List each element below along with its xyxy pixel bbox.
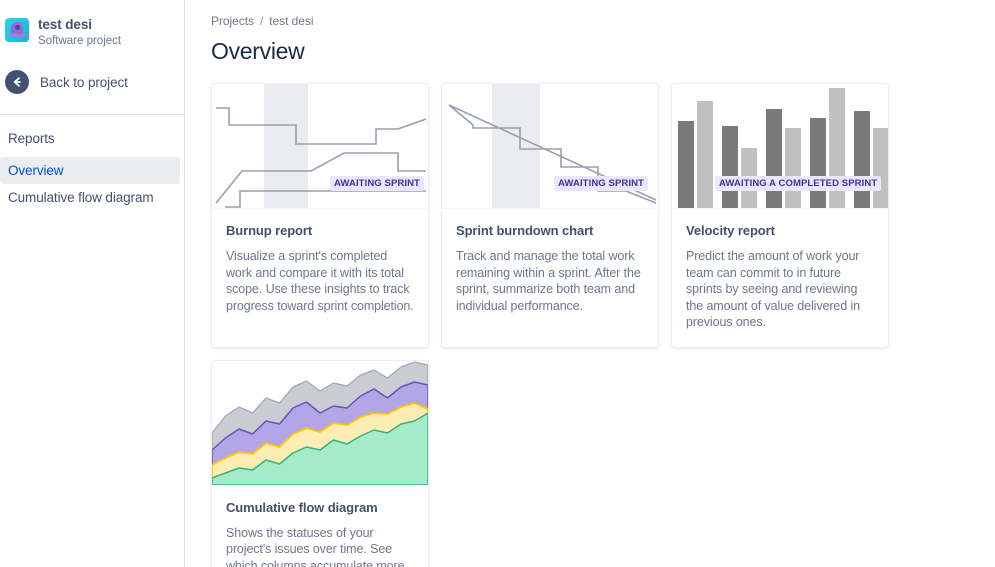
card-title: Velocity report — [686, 223, 775, 238]
sidebar-item-overview-label: Overview — [8, 163, 64, 178]
back-to-project-button[interactable]: Back to project — [0, 68, 184, 96]
card-description: Predict the amount of work your team can… — [686, 249, 860, 329]
sidebar-item-overview[interactable]: Overview — [0, 157, 180, 184]
breadcrumb: Projects / test desi — [211, 14, 995, 28]
project-name: test desi — [38, 17, 92, 32]
card-description: Shows the statuses of your project's iss… — [226, 525, 405, 567]
sidebar-item-cumulative-flow-diagram-label: Cumulative flow diagram — [8, 190, 154, 205]
burnup-line-chart: AWAITING SPRINT — [212, 84, 428, 209]
report-card-burnup-report[interactable]: AWAITING SPRINT Burnup report Visualize … — [211, 83, 429, 348]
page-title: Overview — [211, 38, 305, 64]
back-to-project-label: Back to project — [40, 74, 128, 90]
main-content: Projects / test desi Overview AWAITING S… — [185, 0, 995, 567]
report-card-sprint-burndown-chart[interactable]: AWAITING SPRINT Sprint burndown chart Tr… — [441, 83, 659, 348]
report-card-cumulative-flow-diagram[interactable]: Cumulative flow diagram Shows the status… — [211, 359, 429, 567]
velocity-bar-chart: AWAITING A COMPLETED SPRINT — [672, 84, 888, 209]
reports-overview-page: test desi Software project Back to proje… — [0, 0, 995, 567]
card-body: Cumulative flow diagram Shows the status… — [212, 486, 428, 567]
project-type: Software project — [38, 35, 122, 47]
status-badge-awaiting-sprint: AWAITING SPRINT — [554, 176, 648, 191]
card-title: Burnup report — [226, 223, 313, 238]
report-card-velocity-report[interactable]: AWAITING A COMPLETED SPRINT Velocity rep… — [671, 83, 889, 348]
card-body: Velocity report Predict the amount of wo… — [672, 209, 888, 347]
project-sidebar: test desi Software project Back to proje… — [0, 0, 185, 567]
sidebar-item-cumulative-flow-diagram[interactable]: Cumulative flow diagram — [0, 184, 180, 211]
card-body: Sprint burndown chart Track and manage t… — [442, 209, 658, 330]
card-title: Sprint burndown chart — [456, 223, 594, 238]
report-card-grid: AWAITING SPRINT Burnup report Visualize … — [211, 83, 921, 567]
breadcrumb-separator: / — [259, 14, 264, 28]
cumulative-flow-area-chart — [212, 360, 428, 486]
card-title: Cumulative flow diagram — [226, 499, 378, 515]
card-description: Track and manage the total work remainin… — [456, 249, 641, 313]
project-avatar-rocket-icon — [5, 18, 29, 42]
card-description: Visualize a sprint's completed work and … — [226, 249, 414, 313]
breadcrumb-projects-link[interactable]: Projects — [211, 14, 254, 28]
project-header[interactable]: test desi Software project — [0, 0, 184, 49]
status-badge-awaiting-completed-sprint: AWAITING A COMPLETED SPRINT — [715, 176, 882, 191]
breadcrumb-current-project[interactable]: test desi — [269, 14, 313, 28]
card-body: Burnup report Visualize a sprint's compl… — [212, 209, 428, 330]
arrow-left-circle-icon — [5, 70, 29, 94]
sidebar-nav: Overview Cumulative flow diagram — [0, 157, 184, 211]
sidebar-section-title-reports: Reports — [8, 131, 55, 146]
burndown-step-chart: AWAITING SPRINT — [442, 84, 658, 209]
project-meta: test desi Software project — [38, 16, 121, 49]
status-badge-awaiting-sprint: AWAITING SPRINT — [330, 176, 424, 191]
